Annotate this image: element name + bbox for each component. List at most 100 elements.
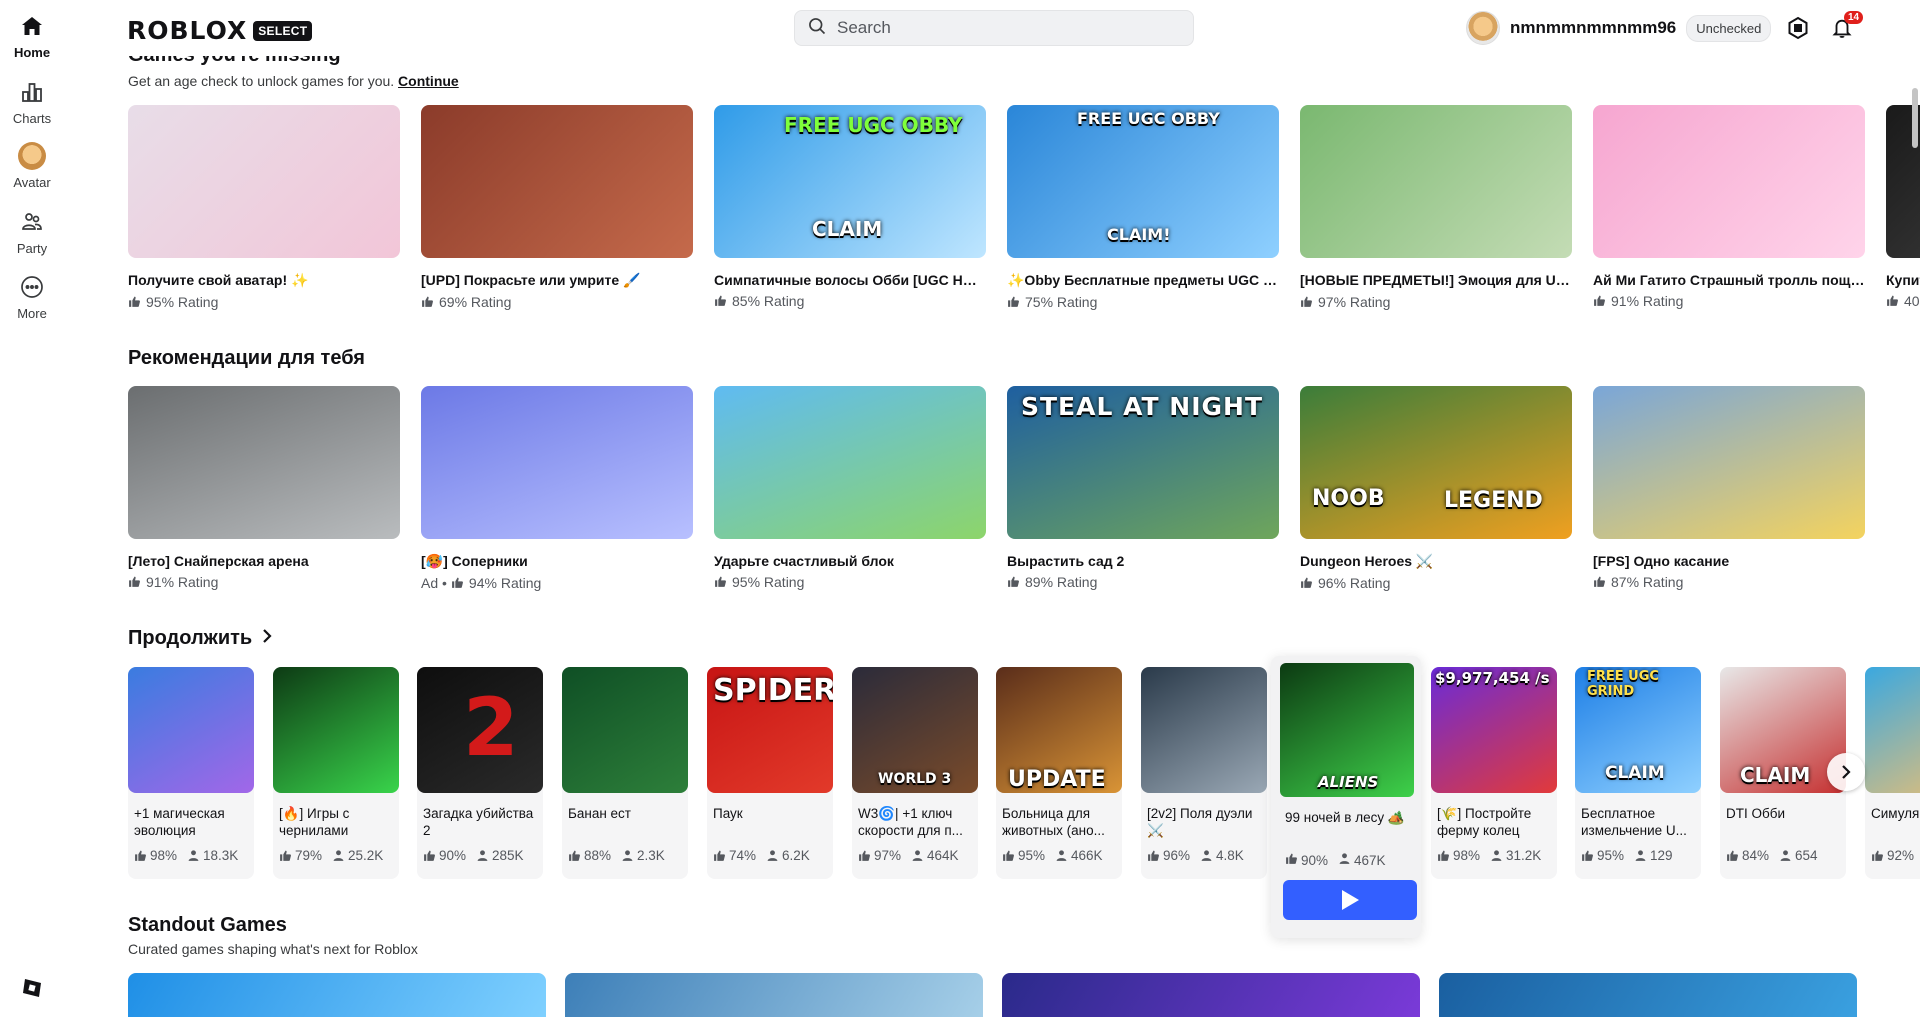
- scroll-right-button[interactable]: [1827, 753, 1865, 791]
- game-thumbnail[interactable]: ALIENS: [1280, 663, 1414, 797]
- continue-tile[interactable]: FREE UGC GRIND CLAIM Бесплатное измельчени…: [1575, 667, 1701, 879]
- game-card[interactable]: FREE UGC OBBY CLAIM! ✨Obby Бесплатные пред…: [1007, 105, 1279, 310]
- search-input[interactable]: [837, 18, 1157, 38]
- game-card[interactable]: [UPD] Покрасьте или умрите 🖌️ 69% Rating: [421, 105, 693, 310]
- game-thumbnail[interactable]: $9,977,454 /s: [1431, 667, 1557, 793]
- section-title-continue[interactable]: Продолжить: [128, 627, 274, 650]
- standout-game-card[interactable]: [565, 973, 983, 1017]
- nav-charts[interactable]: Charts: [0, 78, 64, 134]
- game-title[interactable]: DTI Обби: [1720, 805, 1846, 839]
- game-title[interactable]: [Лето] Снайперская арена: [128, 553, 400, 569]
- game-card[interactable]: [НОВЫЕ ПРЕДМЕТЫ!] Эмоция для UGC ⭐ 97% Ra…: [1300, 105, 1572, 310]
- game-title[interactable]: Ударьте счастливый блок: [714, 553, 986, 569]
- nav-home[interactable]: Home: [0, 12, 64, 68]
- nav-avatar[interactable]: Avatar: [0, 142, 64, 198]
- game-title[interactable]: ✨Obby Бесплатные предметы UGC (А...: [1007, 272, 1279, 289]
- game-title[interactable]: Купить: [1886, 272, 1920, 288]
- continue-tile[interactable]: [🔥] Игры с чернилами 79% 25.2K: [273, 667, 399, 879]
- game-title[interactable]: 99 ночей в лесу 🏕️: [1285, 810, 1405, 826]
- game-title[interactable]: Получите свой аватар! ✨: [128, 272, 400, 289]
- game-title[interactable]: Бесплатное измельчение U...: [1575, 805, 1701, 839]
- search-bar[interactable]: [794, 10, 1194, 46]
- game-thumbnail[interactable]: 2: [417, 667, 543, 793]
- continue-tile[interactable]: +1 магическая эволюция 98% 18.3K: [128, 667, 254, 879]
- continue-tile[interactable]: 2 Загадка убийства 2 90% 285K: [417, 667, 543, 879]
- age-check-badge[interactable]: Unchecked: [1686, 14, 1772, 42]
- user-area[interactable]: nmnmmnmmnmm96 Unchecked: [1466, 11, 1772, 45]
- robux-icon[interactable]: [1786, 16, 1810, 40]
- game-title[interactable]: [🌾] Постройте ферму колец: [1431, 805, 1557, 839]
- game-thumbnail[interactable]: [273, 667, 399, 793]
- game-card[interactable]: Ударьте счастливый блок 95% Rating: [714, 386, 986, 590]
- game-thumbnail[interactable]: FREE UGC OBBY CLAIM!: [1007, 105, 1279, 258]
- game-title[interactable]: Паук: [707, 805, 833, 839]
- game-title[interactable]: [🥵] Соперники: [421, 553, 693, 570]
- game-card[interactable]: Получите свой аватар! ✨ 95% Rating: [128, 105, 400, 310]
- continue-tile[interactable]: $9,977,454 /s [🌾] Постройте ферму колец 98…: [1431, 667, 1557, 879]
- roblox-logo[interactable]: ROBLOX SELECT: [127, 16, 313, 45]
- game-thumbnail[interactable]: UPDATE: [996, 667, 1122, 793]
- game-card[interactable]: STEAL AT NIGHT Вырастить сад 2 89% Rating: [1007, 386, 1279, 590]
- thumbs-up-icon: [1871, 849, 1884, 862]
- game-title[interactable]: [UPD] Покрасьте или умрите 🖌️: [421, 272, 693, 289]
- game-title[interactable]: W3🌀| +1 ключ скорости для п...: [852, 805, 978, 839]
- game-thumbnail[interactable]: [128, 386, 400, 539]
- game-title[interactable]: Банан ест: [562, 805, 688, 839]
- username[interactable]: nmnmmnmmnmm96: [1510, 18, 1676, 38]
- game-title[interactable]: Загадка убийства 2: [417, 805, 543, 839]
- game-card[interactable]: [Лето] Снайперская арена 91% Rating: [128, 386, 400, 590]
- roblox-studio-icon[interactable]: [20, 976, 44, 1000]
- nav-party[interactable]: Party: [0, 208, 64, 264]
- game-title[interactable]: [🔥] Игры с чернилами: [273, 805, 399, 839]
- game-title[interactable]: Больница для животных (ано...: [996, 805, 1122, 839]
- game-card[interactable]: NOOB LEGEND Dungeon Heroes ⚔️ 96% Rating: [1300, 386, 1572, 591]
- continue-age-check-link[interactable]: Continue: [398, 73, 459, 89]
- game-title[interactable]: [НОВЫЕ ПРЕДМЕТЫ!] Эмоция для UGC ⭐: [1300, 272, 1572, 289]
- page-scrollbar[interactable]: [1912, 88, 1918, 148]
- game-thumbnail[interactable]: WORLD 3: [852, 667, 978, 793]
- game-thumbnail[interactable]: FREE UGC GRIND CLAIM: [1575, 667, 1701, 793]
- game-title[interactable]: Симпатичные волосы Обби [UGC HAIR]: [714, 272, 986, 288]
- continue-tile[interactable]: UPDATE Больница для животных (ано... 95% 46…: [996, 667, 1122, 879]
- game-thumbnail[interactable]: [1865, 667, 1920, 793]
- standout-game-card[interactable]: [1002, 973, 1420, 1017]
- notifications-button[interactable]: 14: [1830, 11, 1864, 40]
- rating-stat: 79%: [279, 848, 322, 863]
- game-thumbnail[interactable]: [128, 667, 254, 793]
- game-thumbnail[interactable]: FREE UGC OBBY CLAIM: [714, 105, 986, 258]
- game-card[interactable]: FREE UGC OBBY CLAIM Симпатичные волосы Обб…: [714, 105, 986, 309]
- game-thumbnail[interactable]: STEAL AT NIGHT: [1007, 386, 1279, 539]
- game-thumbnail[interactable]: [714, 386, 986, 539]
- continue-tile[interactable]: Банан ест 88% 2.3K: [562, 667, 688, 879]
- play-button[interactable]: [1283, 880, 1417, 920]
- game-thumbnail[interactable]: [421, 105, 693, 258]
- game-thumbnail[interactable]: [1141, 667, 1267, 793]
- continue-tile[interactable]: WORLD 3 W3🌀| +1 ключ скорости для п... 97%…: [852, 667, 978, 879]
- game-thumbnail[interactable]: [1593, 386, 1865, 539]
- game-card[interactable]: [FPS] Одно касание 87% Rating: [1593, 386, 1865, 590]
- game-title[interactable]: [2v2] Поля дуэли ⚔️: [1141, 805, 1267, 839]
- game-title[interactable]: [FPS] Одно касание: [1593, 553, 1865, 569]
- user-avatar[interactable]: [1466, 11, 1500, 45]
- continue-tile[interactable]: SPIDER Паук 74% 6.2K: [707, 667, 833, 879]
- game-thumbnail[interactable]: [128, 105, 400, 258]
- game-thumbnail[interactable]: [1593, 105, 1865, 258]
- game-thumbnail[interactable]: SPIDER: [707, 667, 833, 793]
- continue-tile[interactable]: Симуля Спортз 92%: [1865, 667, 1920, 879]
- game-title[interactable]: +1 магическая эволюция: [128, 805, 254, 839]
- continue-tile-hovered[interactable]: ALIENS 99 ночей в лесу 🏕️ 90% 467K: [1271, 656, 1421, 938]
- standout-game-card[interactable]: [128, 973, 546, 1017]
- game-thumbnail[interactable]: NOOB LEGEND: [1300, 386, 1572, 539]
- game-card[interactable]: [🥵] Соперники Ad • 94% Rating: [421, 386, 693, 591]
- game-title[interactable]: Dungeon Heroes ⚔️: [1300, 553, 1572, 570]
- game-thumbnail[interactable]: [562, 667, 688, 793]
- game-title[interactable]: Ай Ми Гатито Страшный тролль пощечи...: [1593, 272, 1865, 288]
- nav-more[interactable]: More: [0, 273, 64, 329]
- game-thumbnail[interactable]: [421, 386, 693, 539]
- game-title[interactable]: Вырастить сад 2: [1007, 553, 1279, 569]
- game-title[interactable]: Симуля Спортз: [1865, 805, 1920, 839]
- game-card[interactable]: Ай Ми Гатито Страшный тролль пощечи... 91…: [1593, 105, 1865, 309]
- game-thumbnail[interactable]: [1300, 105, 1572, 258]
- continue-tile[interactable]: [2v2] Поля дуэли ⚔️ 96% 4.8K: [1141, 667, 1267, 879]
- standout-game-card[interactable]: [1439, 973, 1857, 1017]
